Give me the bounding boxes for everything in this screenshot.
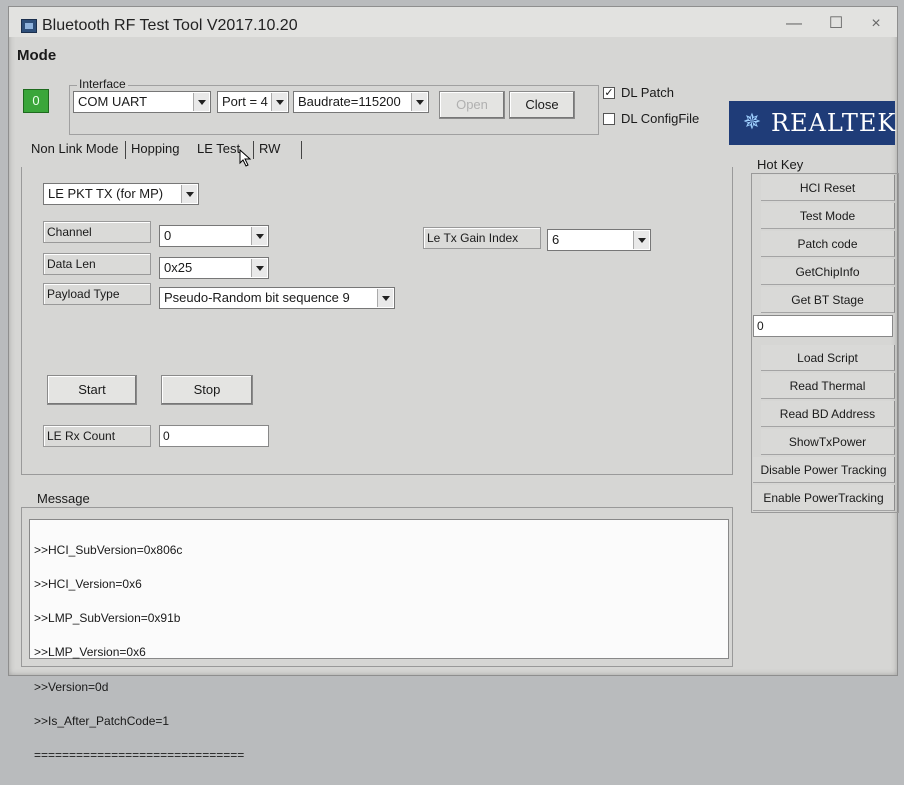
tx-gain-value: 6 (552, 232, 560, 247)
chevron-down-icon (193, 93, 209, 111)
hci-reset-button[interactable]: HCI Reset (761, 175, 895, 201)
log-line: >>HCI_Version=0x6 (34, 577, 142, 592)
close-button[interactable]: Close (509, 91, 575, 119)
tab-divider (253, 141, 254, 159)
window-title: Bluetooth RF Test Tool V2017.10.20 (42, 17, 298, 34)
tx-gain-label: Le Tx Gain Index (423, 227, 541, 249)
le-rx-count-field: 0 (159, 425, 269, 447)
baudrate-select[interactable]: Baudrate=115200 (293, 91, 429, 113)
dl-configfile-checkbox[interactable] (603, 113, 615, 125)
close-window-button[interactable]: × (861, 13, 891, 35)
message-tab[interactable]: Message (37, 491, 90, 506)
payload-type-value: Pseudo-Random bit sequence 9 (164, 290, 350, 305)
chevron-down-icon (181, 185, 197, 203)
title-bar: Bluetooth RF Test Tool V2017.10.20 — ☐ × (9, 7, 897, 37)
mode-label: Mode (17, 47, 57, 64)
logo-text: REALTEK (771, 109, 897, 137)
le-rx-count-label: LE Rx Count (43, 425, 151, 447)
log-line: >>HCI_SubVersion=0x806c (34, 542, 183, 557)
app-icon (21, 19, 37, 33)
channel-label: Channel (43, 221, 151, 243)
data-len-label: Data Len (43, 253, 151, 275)
tab-hopping[interactable]: Hopping (131, 141, 179, 156)
disable-power-tracking-button[interactable]: Disable Power Tracking (753, 457, 895, 483)
log-line: >>LMP_Version=0x6 (34, 645, 146, 660)
interface-group-title: Interface (77, 77, 128, 91)
payload-type-label: Payload Type (43, 283, 151, 305)
data-len-value: 0x25 (164, 260, 193, 275)
hotkey-tab[interactable]: Hot Key (757, 157, 803, 172)
dl-configfile-label: DL ConfigFile (621, 111, 700, 126)
realtek-logo: ✵ REALTEK (729, 101, 895, 145)
dl-patch-label: DL Patch (621, 85, 674, 100)
load-script-button[interactable]: Load Script (761, 345, 895, 371)
get-chip-info-button[interactable]: GetChipInfo (761, 259, 895, 285)
minimize-button[interactable]: — (779, 13, 809, 35)
le-mode-value: LE PKT TX (for MP) (48, 186, 164, 201)
message-log[interactable]: >>HCI_SubVersion=0x806c >>HCI_Version=0x… (29, 519, 729, 761)
read-thermal-button[interactable]: Read Thermal (761, 373, 895, 399)
chevron-down-icon (377, 289, 393, 307)
hotkey-value-field[interactable]: 0 (753, 315, 893, 337)
read-bd-address-button[interactable]: Read BD Address (761, 401, 895, 427)
log-line: >>LMP_SubVersion=0x91b (34, 611, 181, 626)
realtek-crab-icon: ✵ (742, 109, 762, 134)
com-type-value: COM UART (78, 94, 148, 109)
com-type-select[interactable]: COM UART (73, 91, 211, 113)
chevron-down-icon (271, 93, 287, 111)
start-button[interactable]: Start (47, 375, 137, 405)
tab-divider (125, 141, 126, 159)
stop-button[interactable]: Stop (161, 375, 253, 405)
port-select[interactable]: Port = 4 (217, 91, 289, 113)
test-mode-button[interactable]: Test Mode (761, 203, 895, 229)
enable-power-tracking-button[interactable]: Enable PowerTracking (753, 485, 895, 511)
chevron-down-icon (251, 259, 267, 277)
tab-rw[interactable]: RW (259, 141, 280, 156)
mouse-cursor-icon (239, 149, 252, 167)
dl-patch-checkbox[interactable]: ✓ (603, 87, 615, 99)
log-line: >>Version=0d (34, 679, 109, 694)
tx-gain-select[interactable]: 6 (547, 229, 651, 251)
le-mode-select[interactable]: LE PKT TX (for MP) (43, 183, 199, 205)
channel-value: 0 (164, 228, 172, 243)
log-line: ============================== (34, 748, 245, 763)
chevron-down-icon (251, 227, 267, 245)
tab-le-test[interactable]: LE Test (197, 141, 240, 156)
chevron-down-icon (411, 93, 427, 111)
show-tx-power-button[interactable]: ShowTxPower (761, 429, 895, 455)
get-bt-stage-button[interactable]: Get BT Stage (761, 287, 895, 313)
tab-non-link-mode[interactable]: Non Link Mode (31, 141, 118, 156)
open-button[interactable]: Open (439, 91, 505, 119)
connection-status-indicator: 0 (23, 89, 49, 113)
tab-divider (301, 141, 302, 159)
chevron-down-icon (633, 231, 649, 249)
port-value: Port = 4 (222, 94, 268, 109)
payload-type-select[interactable]: Pseudo-Random bit sequence 9 (159, 287, 395, 309)
data-len-select[interactable]: 0x25 (159, 257, 269, 279)
maximize-button[interactable]: ☐ (821, 13, 851, 35)
channel-select[interactable]: 0 (159, 225, 269, 247)
app-window: Bluetooth RF Test Tool V2017.10.20 — ☐ ×… (8, 6, 899, 761)
log-line: >>Is_After_PatchCode=1 (34, 713, 170, 728)
patch-code-button[interactable]: Patch code (761, 231, 895, 257)
baudrate-value: Baudrate=115200 (298, 94, 401, 109)
